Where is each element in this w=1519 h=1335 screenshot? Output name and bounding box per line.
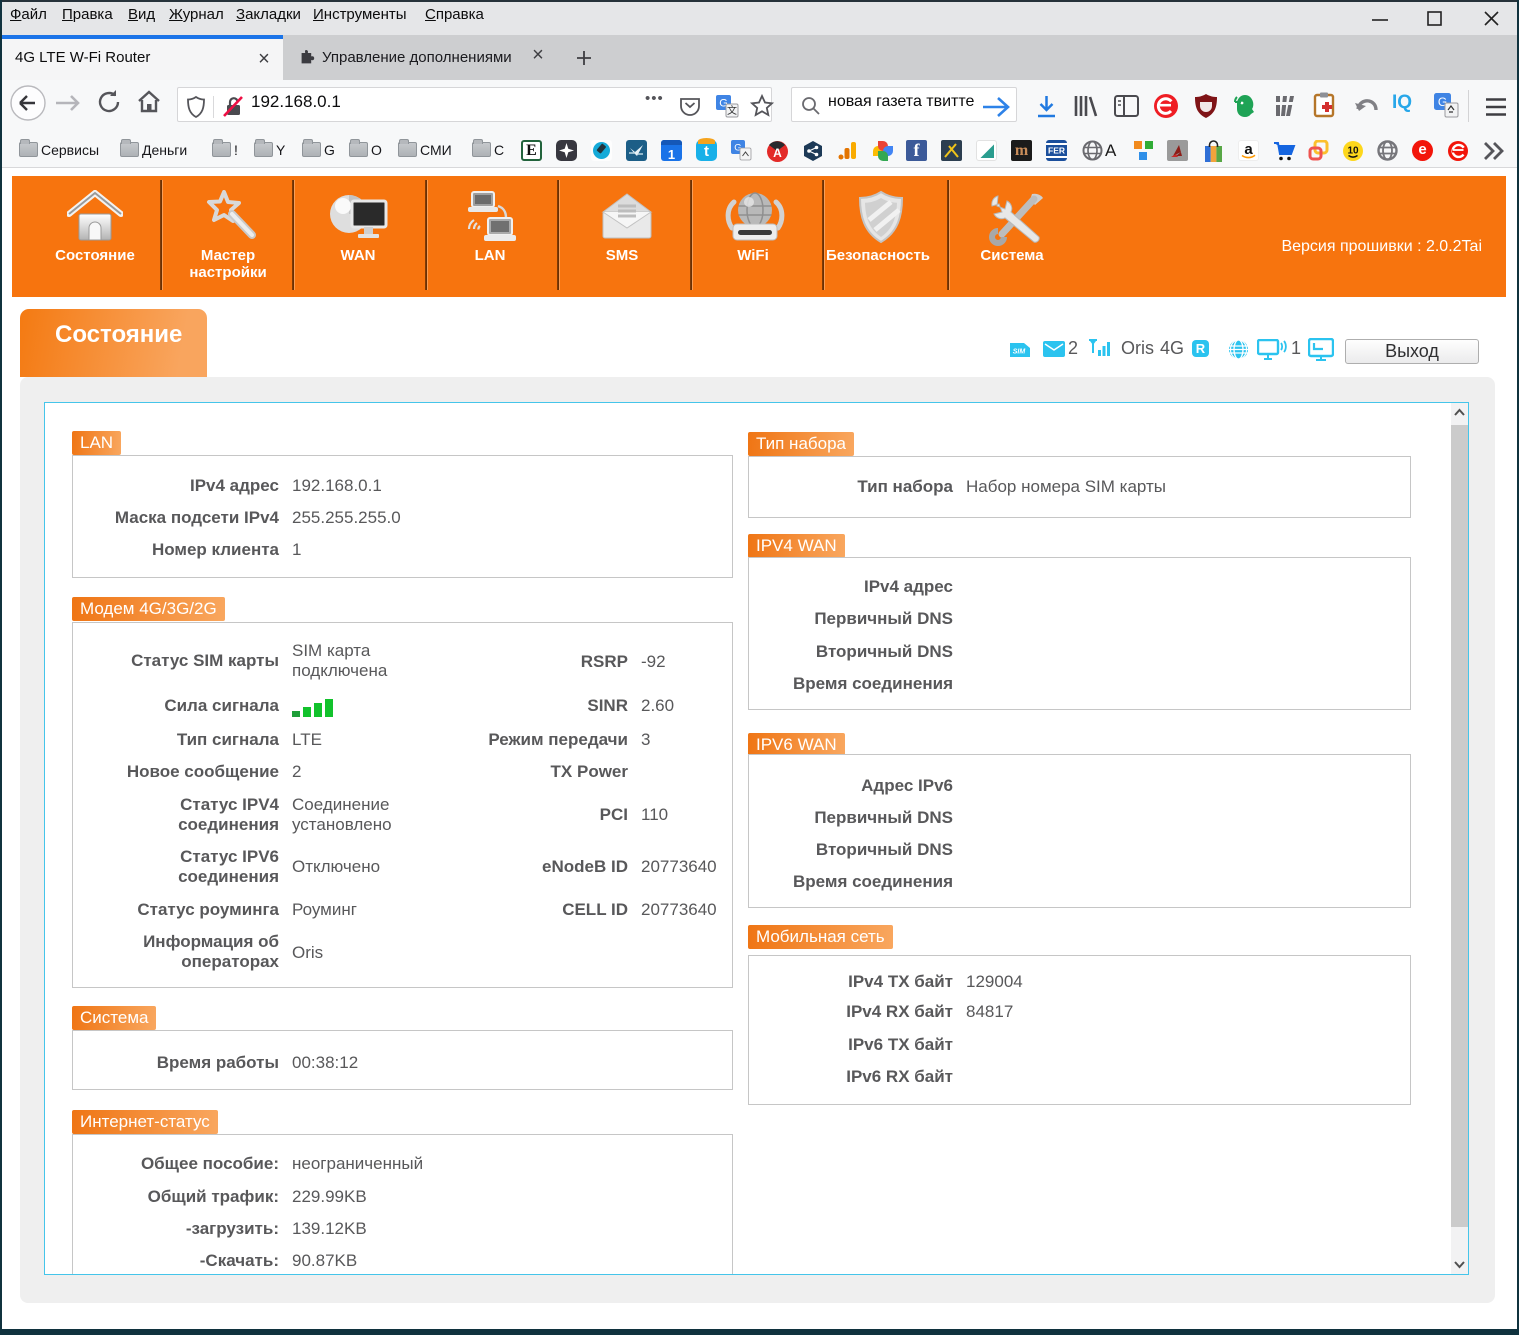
- svg-text:SIM: SIM: [1013, 349, 1026, 356]
- svg-text:A: A: [773, 146, 782, 160]
- svg-text:a: a: [1244, 141, 1253, 158]
- svg-text:10: 10: [1347, 146, 1359, 157]
- svg-text:FER: FER: [1048, 146, 1065, 156]
- svg-text:文: 文: [727, 104, 737, 117]
